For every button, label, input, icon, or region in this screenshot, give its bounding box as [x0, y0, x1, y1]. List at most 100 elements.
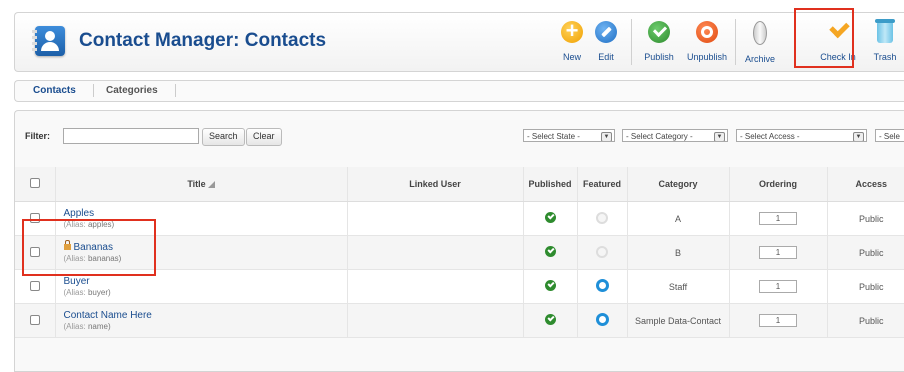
- column-ordering[interactable]: Ordering: [728, 167, 827, 202]
- submenu-tabs: Contacts Categories: [14, 80, 904, 102]
- filter-label: Filter:: [25, 131, 51, 141]
- published-cell: [522, 201, 577, 236]
- tab-divider: [93, 84, 94, 97]
- archive-button[interactable]: Archive: [739, 19, 781, 65]
- new-button-label: New: [562, 52, 581, 62]
- row-checkbox[interactable]: [29, 314, 40, 325]
- trash-button[interactable]: Trash: [864, 19, 904, 65]
- select-all-checkbox[interactable]: [29, 178, 40, 188]
- column-access[interactable]: Access: [826, 167, 904, 202]
- ordering-input[interactable]: 1: [759, 280, 797, 293]
- plus-circle-icon: [561, 18, 583, 44]
- contact-name-link[interactable]: Buyer: [64, 276, 347, 287]
- linked-user-cell: [346, 269, 523, 304]
- select-language-dropdown[interactable]: - Sele: [875, 129, 904, 142]
- select-state-dropdown[interactable]: - Select State - ▼: [523, 129, 615, 142]
- access-cell: Public: [826, 303, 904, 338]
- featured-icon[interactable]: [595, 279, 609, 292]
- published-cell: [522, 235, 577, 270]
- not-featured-icon[interactable]: [596, 211, 608, 224]
- access-cell: Public: [826, 269, 904, 304]
- publish-button-label: Publish: [644, 52, 674, 62]
- title-cell: Contact Name Here (Alias: name): [54, 303, 347, 338]
- filter-search-input[interactable]: [63, 128, 199, 144]
- tab-divider: [175, 84, 176, 97]
- unpublish-button-label: Unpublish: [686, 52, 728, 62]
- column-published[interactable]: Published: [522, 167, 577, 202]
- select-access-dropdown[interactable]: - Select Access - ▼: [736, 129, 867, 142]
- column-featured[interactable]: Featured: [576, 167, 627, 202]
- contact-name-link[interactable]: Apples: [64, 208, 347, 219]
- table-row: Contact Name Here (Alias: name) Sample D…: [15, 303, 904, 338]
- published-check-icon[interactable]: [544, 314, 556, 325]
- published-cell: [522, 303, 577, 338]
- unpublish-button[interactable]: Unpublish: [682, 19, 732, 65]
- published-check-icon[interactable]: [544, 280, 556, 291]
- contacts-book-icon: [32, 26, 65, 56]
- category-cell: B: [626, 235, 729, 270]
- chevron-down-icon: ▼: [601, 132, 612, 141]
- featured-icon[interactable]: [595, 313, 609, 326]
- search-button[interactable]: Search: [202, 128, 245, 146]
- ordering-input[interactable]: 1: [759, 212, 797, 225]
- select-category-value: - Select Category -: [626, 132, 693, 141]
- column-category[interactable]: Category: [626, 167, 729, 202]
- toolbar-divider: [631, 19, 632, 65]
- select-access-value: - Select Access -: [740, 132, 800, 141]
- not-featured-icon[interactable]: [596, 245, 608, 258]
- featured-cell: [576, 269, 627, 304]
- published-check-icon[interactable]: [544, 212, 556, 223]
- contact-alias: (Alias: name): [63, 322, 111, 331]
- category-cell: Sample Data-Contact: [626, 303, 729, 338]
- table-header-row: Title Linked User Published Featured Cat…: [15, 167, 904, 202]
- chevron-down-icon: ▼: [714, 132, 725, 141]
- featured-cell: [576, 235, 627, 270]
- edit-button[interactable]: Edit: [585, 19, 627, 65]
- row-select-cell: [15, 303, 55, 338]
- tab-categories[interactable]: Categories: [106, 85, 158, 96]
- published-cell: [522, 269, 577, 304]
- check-circle-icon: [648, 21, 670, 43]
- archive-icon: [753, 21, 767, 45]
- featured-cell: [576, 201, 627, 236]
- archive-button-label: Archive: [744, 54, 775, 64]
- chevron-down-icon: ▼: [853, 132, 864, 141]
- access-cell: Public: [826, 201, 904, 236]
- page-title: Contact Manager: Contacts: [79, 30, 327, 51]
- clear-button[interactable]: Clear: [246, 128, 282, 146]
- unpublish-circle-icon: [696, 21, 718, 43]
- column-title[interactable]: Title: [54, 167, 347, 202]
- access-cell: Public: [826, 235, 904, 270]
- check-in-highlight-box: [794, 8, 854, 68]
- row-checkbox[interactable]: [29, 280, 40, 291]
- ordering-cell: 1: [728, 235, 827, 270]
- ordering-cell: 1: [728, 269, 827, 304]
- category-cell: Staff: [626, 269, 729, 304]
- trash-button-label: Trash: [873, 52, 897, 62]
- trash-icon: [875, 19, 895, 43]
- linked-user-cell: [346, 303, 523, 338]
- select-state-value: - Select State -: [527, 132, 580, 141]
- select-language-value: - Sele: [879, 132, 900, 141]
- category-cell: A: [626, 201, 729, 236]
- ordering-cell: 1: [728, 303, 827, 338]
- bananas-row-highlight-box: [22, 219, 156, 276]
- linked-user-cell: [346, 201, 523, 236]
- ordering-input[interactable]: 1: [759, 246, 797, 259]
- tab-contacts[interactable]: Contacts: [33, 85, 76, 96]
- featured-cell: [576, 303, 627, 338]
- edit-button-label: Edit: [598, 52, 614, 62]
- ordering-input[interactable]: 1: [759, 314, 797, 327]
- column-linked-user[interactable]: Linked User: [346, 167, 523, 202]
- select-all-header: [15, 167, 55, 202]
- publish-button[interactable]: Publish: [638, 19, 680, 65]
- select-category-dropdown[interactable]: - Select Category - ▼: [622, 129, 728, 142]
- column-title-label: Title: [187, 179, 206, 189]
- contact-alias: (Alias: buyer): [63, 288, 111, 297]
- contact-name-link[interactable]: Contact Name Here: [64, 310, 347, 321]
- pencil-circle-icon: [595, 21, 617, 43]
- sort-icon: [207, 181, 215, 189]
- toolbar-divider: [735, 19, 736, 65]
- published-check-icon[interactable]: [544, 246, 556, 257]
- ordering-cell: 1: [728, 201, 827, 236]
